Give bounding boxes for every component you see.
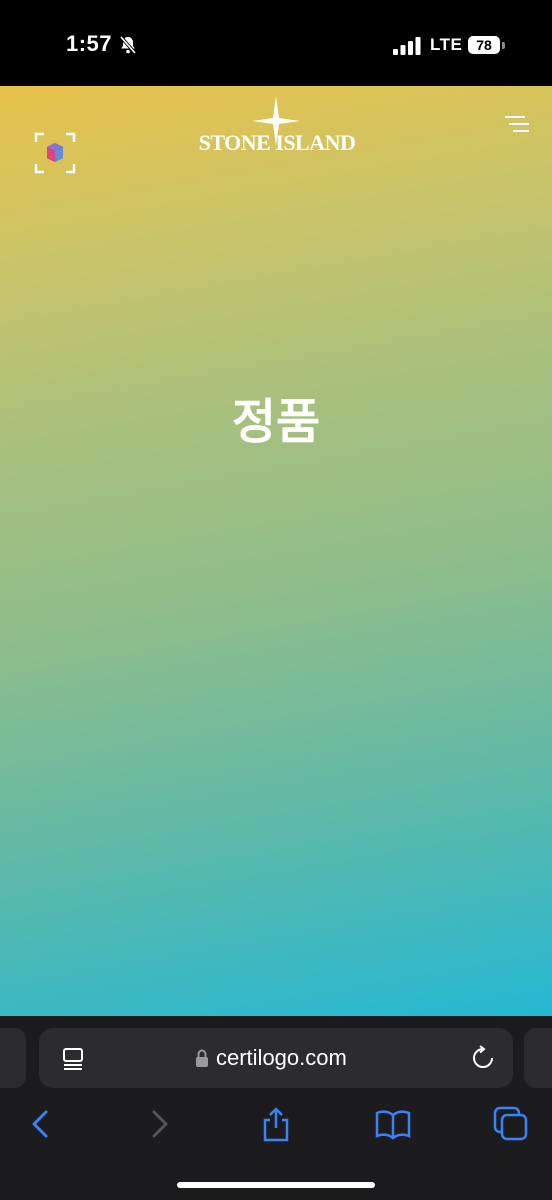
hamburger-menu-icon[interactable]: [503, 114, 531, 136]
network-type: LTE: [430, 35, 463, 54]
brand-logo[interactable]: STONE ISLAND: [195, 130, 359, 156]
next-tab-preview[interactable]: [524, 1028, 552, 1088]
share-icon[interactable]: [258, 1106, 294, 1142]
browser-chrome: certilogo.com: [0, 1016, 552, 1200]
reader-icon[interactable]: [61, 1047, 85, 1071]
battery-icon: 78: [468, 36, 500, 54]
signal-icon: [393, 37, 421, 55]
home-indicator: [177, 1182, 375, 1188]
battery-tip: [502, 42, 505, 49]
status-bar: 1:57 LTE 78: [0, 0, 552, 86]
bookmarks-icon[interactable]: [375, 1106, 411, 1142]
tabs-icon[interactable]: [493, 1106, 529, 1142]
status-time: 1:57: [66, 31, 113, 56]
bell-slash-icon: [119, 35, 137, 55]
back-icon[interactable]: [22, 1106, 58, 1142]
url-text[interactable]: certilogo.com: [216, 1045, 347, 1071]
lock-icon: [196, 1049, 208, 1067]
previous-tab-preview[interactable]: [0, 1028, 26, 1088]
address-bar[interactable]: certilogo.com: [39, 1028, 513, 1088]
reload-icon[interactable]: [471, 1045, 495, 1071]
web-content: STONE ISLAND 정품: [0, 86, 552, 1016]
scan-icon[interactable]: [34, 132, 76, 174]
forward-icon[interactable]: [142, 1106, 178, 1142]
authenticity-result: 정품: [231, 394, 321, 450]
